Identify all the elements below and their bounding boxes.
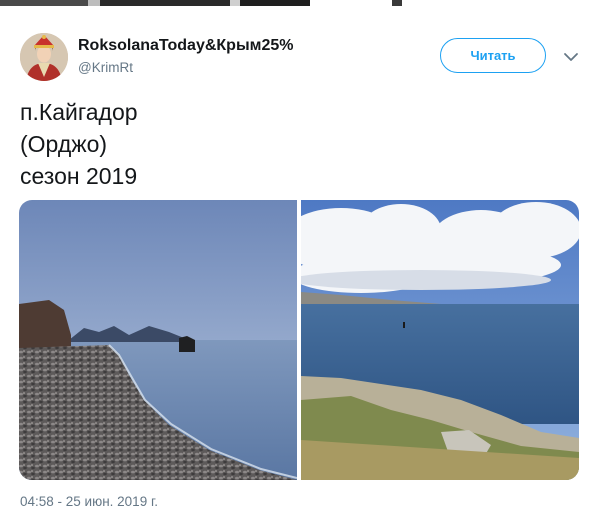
photo-pebble-beach[interactable]	[19, 200, 297, 480]
photo-sea-cliff[interactable]	[301, 200, 579, 480]
tweet-timestamp[interactable]: 04:58 - 25 июн. 2019 г.	[20, 494, 158, 509]
author-name[interactable]: RoksolanaToday&Крым25%	[78, 37, 293, 55]
sea-cliff-clouds-photo-icon	[301, 200, 579, 480]
avatar[interactable]	[20, 33, 68, 81]
media-grid	[19, 200, 579, 480]
tweet-header: RoksolanaToday&Крым25% @KrimRt Читать	[20, 33, 580, 83]
tweet-text-line: (Орджо)	[20, 131, 108, 157]
tweet-text-line: п.Кайгадор	[20, 99, 138, 125]
pebble-beach-photo-icon	[19, 200, 297, 480]
chevron-down-icon[interactable]	[561, 47, 581, 67]
tweet-text-line: сезон 2019	[20, 163, 138, 189]
author-handle[interactable]: @KrimRt	[78, 60, 133, 75]
top-border	[0, 0, 599, 6]
avatar-portrait-icon	[20, 33, 68, 81]
follow-button[interactable]: Читать	[440, 38, 546, 73]
tweet-text: п.Кайгадор (Орджо) сезон 2019	[20, 96, 580, 192]
